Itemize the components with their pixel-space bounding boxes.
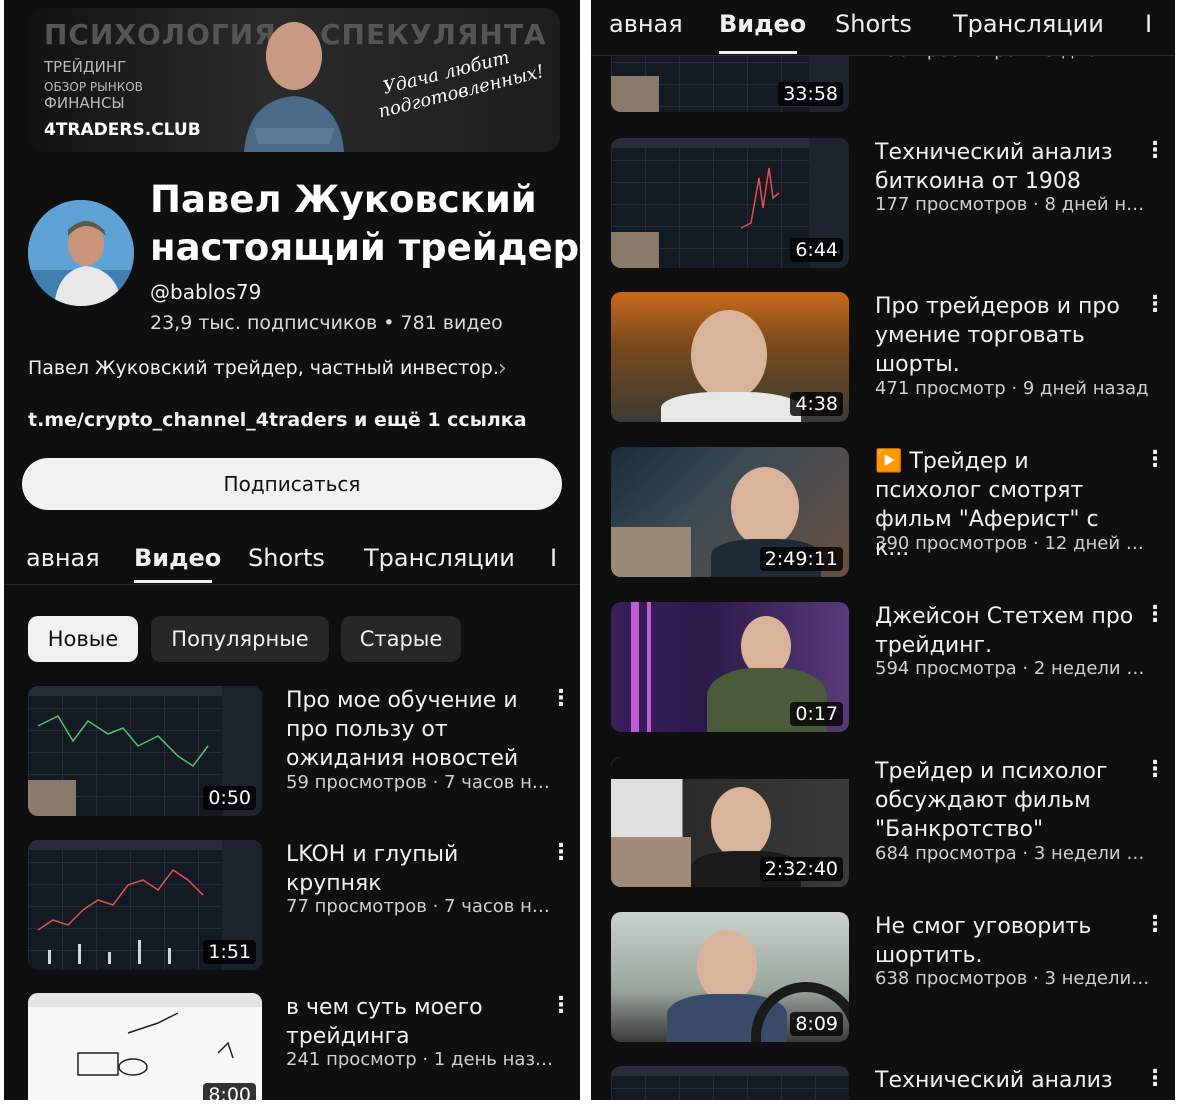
channel-handle: @bablos79 (150, 280, 262, 304)
video-thumbnail[interactable]: 8:09 (611, 912, 849, 1042)
video-item[interactable]: 2:32:40 Трейдер и психолог обсуждают фил… (591, 757, 1175, 887)
tab-shorts[interactable]: Shorts (248, 544, 325, 572)
banner-club: 4TRADERS.CLUB (44, 120, 201, 140)
video-thumbnail[interactable]: 1:51 (28, 840, 262, 970)
tab-videos[interactable]: Видео (134, 544, 221, 572)
video-meta: 684 просмотра · 3 недели назад (875, 843, 1151, 864)
video-duration: 4:38 (790, 392, 843, 416)
more-vert-icon[interactable]: ⋮ (1144, 447, 1166, 472)
video-meta: 594 просмотра · 2 недели назад (875, 658, 1151, 679)
more-vert-icon[interactable]: ⋮ (1144, 292, 1166, 317)
more-vert-icon[interactable]: ⋮ (1144, 912, 1166, 937)
more-vert-icon[interactable]: ⋮ (1144, 602, 1166, 627)
video-duration: 0:50 (203, 786, 256, 810)
tab-home[interactable]: авная (26, 544, 100, 572)
video-duration: 8:00 (203, 1083, 256, 1100)
video-title[interactable]: Про мое обучение и про пользу от ожидани… (286, 686, 536, 773)
video-item[interactable]: 2:49:11 ▶️ Трейдер и психолог смотрят фи… (591, 447, 1175, 577)
video-meta: 59 просмотров · 7 часов назад (286, 772, 556, 793)
subscribe-button[interactable]: Подписаться (22, 458, 562, 510)
tab-videos[interactable]: Видео (719, 10, 806, 38)
video-item[interactable]: 1:51 LKOH и глупый крупняк 77 просмотров… (4, 840, 580, 970)
channel-stats: 23,9 тыс. подписчиков • 781 видео (150, 312, 503, 334)
channel-page-right: 33:58 236 просмотров · 5 дней назад авна… (591, 0, 1175, 1100)
video-meta: 241 просмотр · 1 день назад (286, 1049, 556, 1070)
chevron-right-icon[interactable]: › (498, 356, 507, 381)
chip-newest[interactable]: Новые (28, 616, 138, 662)
video-item[interactable]: 6:44 Технический анализ биткоина от 1908… (591, 138, 1175, 268)
video-thumbnail[interactable]: 6:44 (611, 138, 849, 268)
banner-line-finance: ФИНАНСЫ (44, 94, 125, 112)
video-item[interactable]: 8:09 Не смог уговорить шортить. 638 прос… (591, 912, 1175, 1042)
video-thumbnail[interactable]: 0:50 (28, 686, 262, 816)
channel-avatar[interactable] (28, 200, 134, 306)
tab-live[interactable]: Трансляции (364, 544, 515, 572)
channel-description[interactable]: Павел Жуковский трейдер, частный инвесто… (28, 357, 499, 379)
tab-home[interactable]: авная (609, 10, 683, 38)
video-title[interactable]: в чем суть моего трейдинга (286, 993, 536, 1051)
more-vert-icon[interactable]: ⋮ (550, 993, 572, 1018)
video-duration: 0:17 (790, 702, 843, 726)
more-vert-icon[interactable]: ⋮ (1144, 757, 1166, 782)
video-item[interactable]: 4:38 Про трейдеров и про умение торговат… (591, 292, 1175, 422)
video-thumbnail[interactable]: 2:32:40 (611, 757, 849, 887)
channel-name: Павел Жуковский настоящий трейдер (150, 176, 579, 272)
video-duration: 8:09 (790, 1012, 843, 1036)
video-meta: 638 просмотров · 3 недели назад (875, 968, 1151, 989)
video-thumbnail[interactable]: 8:00 (28, 993, 262, 1100)
video-item[interactable]: 0:50 Про мое обучение и про пользу от ож… (4, 686, 580, 816)
video-duration: 1:51 (203, 940, 256, 964)
channel-name-line2: настоящий трейдер (150, 226, 580, 269)
video-title[interactable]: LKOH и глупый крупняк (286, 840, 536, 898)
video-meta: 177 просмотров · 8 дней назад (875, 194, 1151, 215)
tab-active-indicator (134, 580, 212, 583)
banner-person-image (244, 22, 344, 152)
banner-line-trading: ТРЕЙДИНГ (44, 58, 127, 76)
tab-live[interactable]: Трансляции (953, 10, 1104, 38)
more-vert-icon[interactable]: ⋮ (550, 686, 572, 711)
video-thumbnail[interactable] (611, 1066, 849, 1100)
video-meta: 390 просмотров · 12 дней назад (875, 533, 1151, 554)
video-thumbnail[interactable]: 2:49:11 (611, 447, 849, 577)
video-title[interactable]: Технический анализ (875, 1066, 1137, 1095)
channel-name-line1: Павел Жуковский (150, 178, 537, 221)
video-title[interactable]: Технический анализ биткоина от 1908 (875, 138, 1137, 196)
video-title[interactable]: Не смог уговорить шортить. (875, 912, 1137, 970)
tab-active-indicator (719, 51, 797, 54)
video-thumbnail[interactable]: 0:17 (611, 602, 849, 732)
tab-shorts[interactable]: Shorts (835, 10, 912, 38)
video-title[interactable]: Про трейдеров и про умение торговать шор… (875, 292, 1137, 379)
video-duration: 33:58 (778, 82, 843, 106)
channel-tabs: авная Видео Shorts Трансляции I (591, 0, 1175, 56)
video-duration: 6:44 (790, 238, 843, 262)
video-duration: 2:32:40 (759, 857, 843, 881)
more-vert-icon[interactable]: ⋮ (1144, 1066, 1166, 1091)
tab-more[interactable]: I (1145, 10, 1152, 38)
video-meta: 77 просмотров · 7 часов назад (286, 896, 556, 917)
tab-more[interactable]: I (550, 544, 557, 572)
channel-tabs: авная Видео Shorts Трансляции I (4, 534, 580, 585)
video-title[interactable]: Джейсон Стетхем про трейдинг. (875, 602, 1137, 660)
chip-oldest[interactable]: Старые (341, 616, 461, 662)
chip-popular[interactable]: Популярные (151, 616, 329, 662)
video-item[interactable]: Технический анализ ⋮ (591, 1066, 1175, 1100)
video-duration: 2:49:11 (759, 547, 843, 571)
channel-links[interactable]: t.me/crypto_channel_4traders и ещё 1 ссы… (28, 409, 527, 431)
video-meta: 471 просмотр · 9 дней назад (875, 378, 1149, 399)
more-vert-icon[interactable]: ⋮ (1144, 138, 1166, 163)
video-title[interactable]: Трейдер и психолог обсуждают фильм "Банк… (875, 757, 1137, 844)
channel-page-left: ПСИХОЛОГИЯ СПЕКУЛЯНТА ТРЕЙДИНГ ОБЗОР РЫН… (4, 0, 580, 1100)
more-vert-icon[interactable]: ⋮ (550, 840, 572, 865)
channel-banner: ПСИХОЛОГИЯ СПЕКУЛЯНТА ТРЕЙДИНГ ОБЗОР РЫН… (28, 8, 560, 152)
video-thumbnail[interactable]: 4:38 (611, 292, 849, 422)
banner-line-markets: ОБЗОР РЫНКОВ (44, 80, 143, 94)
banner-quote: Удача любит подготовленных! (376, 46, 547, 123)
video-item[interactable]: 8:00 в чем суть моего трейдинга 241 прос… (4, 993, 580, 1100)
video-item[interactable]: 0:17 Джейсон Стетхем про трейдинг. 594 п… (591, 602, 1175, 732)
